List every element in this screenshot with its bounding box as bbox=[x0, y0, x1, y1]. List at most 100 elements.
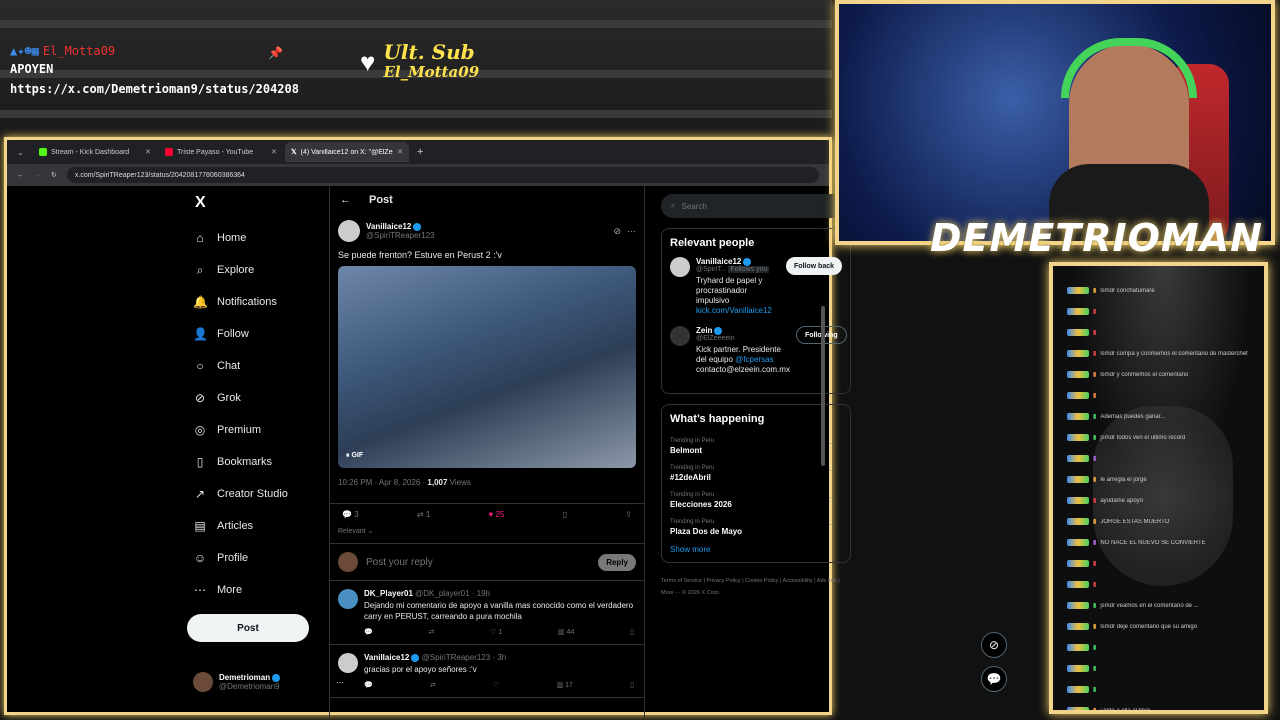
trend-item[interactable]: Trending in Peru Plaza Dos de Mayo ··· bbox=[670, 514, 842, 541]
grok-fab-icon[interactable]: ⊘ bbox=[981, 632, 1007, 658]
share-icon[interactable]: ⇪ bbox=[625, 510, 632, 519]
reply-icon[interactable]: 💬 bbox=[364, 681, 373, 689]
reply-author[interactable]: DK_Player01 bbox=[364, 589, 413, 598]
nav-item-creator-studio[interactable]: ↗ Creator Studio bbox=[187, 478, 317, 510]
trend-item[interactable]: Trending in Peru #12deAbril ··· bbox=[670, 460, 842, 487]
forward-icon[interactable]: → bbox=[34, 172, 41, 179]
trend-item[interactable]: Trending in Peru Belmont ··· bbox=[670, 433, 842, 460]
chat-username[interactable]: ▮ bbox=[1093, 707, 1096, 710]
messages-fab-icon[interactable]: 💬 bbox=[981, 666, 1007, 692]
reply-input[interactable]: Post your reply bbox=[366, 557, 590, 568]
chat-username[interactable]: ▮ bbox=[1093, 455, 1096, 462]
nav-item-profile[interactable]: ☺ Profile bbox=[187, 542, 317, 574]
tab-youtube[interactable]: Triste Payaso - YouTube ✕ bbox=[159, 142, 283, 162]
search-input[interactable]: ⌕ Search bbox=[661, 194, 851, 218]
more-icon[interactable]: ··· bbox=[828, 493, 836, 502]
author-name[interactable]: Vanillaice12 bbox=[366, 222, 411, 231]
tab-search-icon[interactable]: ⌄ bbox=[17, 148, 31, 157]
views-icon[interactable]: ▥ 44 bbox=[558, 628, 574, 636]
scrollbar[interactable] bbox=[821, 306, 825, 466]
like-icon[interactable]: ♡ 1 bbox=[490, 628, 502, 636]
bookmark-icon[interactable]: ▯ bbox=[630, 681, 634, 689]
chat-username[interactable]: ▮ bbox=[1093, 476, 1096, 483]
close-icon[interactable]: ✕ bbox=[397, 148, 403, 156]
chat-username[interactable]: ▮ bbox=[1093, 497, 1096, 504]
reply-item[interactable]: DK_Player01 @DK_player01 · 19h Dejando mi… bbox=[330, 581, 644, 645]
back-icon[interactable]: ← bbox=[17, 172, 24, 179]
nav-item-articles[interactable]: ▤ Articles bbox=[187, 510, 317, 542]
chat-username[interactable]: ▮ bbox=[1093, 434, 1096, 441]
nav-item-premium[interactable]: ◎ Premium bbox=[187, 414, 317, 446]
chat-username[interactable]: ▮ bbox=[1093, 518, 1096, 525]
sort-dropdown[interactable]: Relevant ⌄ bbox=[330, 525, 644, 543]
nav-item-follow[interactable]: 👤 Follow bbox=[187, 318, 317, 350]
chat-username[interactable]: ▮ bbox=[1093, 392, 1096, 399]
chat-username[interactable]: ▮ bbox=[1093, 581, 1096, 588]
like-icon[interactable]: ♡ bbox=[493, 681, 499, 689]
close-icon[interactable]: ✕ bbox=[271, 148, 277, 156]
reply-action[interactable]: 💬 3 bbox=[342, 510, 359, 519]
post-button[interactable]: Post bbox=[187, 614, 309, 642]
avatar[interactable] bbox=[338, 589, 358, 609]
x-logo-icon[interactable]: X bbox=[195, 194, 317, 212]
avatar[interactable] bbox=[670, 326, 690, 346]
person-name[interactable]: Zein bbox=[696, 326, 712, 335]
reply-button[interactable]: Reply bbox=[598, 553, 636, 571]
nav-item-home[interactable]: ⌂ Home bbox=[187, 222, 317, 254]
tab-x[interactable]: 𝕏(4) Vanillaice12 on X: "@ElZeee... ✕ bbox=[285, 142, 409, 162]
chat-username[interactable]: ▮ bbox=[1093, 329, 1096, 336]
reply-item[interactable]: Vanillaice12 @SpiriTReaper123 · 3h gracia… bbox=[330, 645, 644, 698]
bio-link[interactable]: kick.com/Vanillaice12 bbox=[696, 306, 772, 315]
avatar[interactable] bbox=[338, 220, 360, 242]
more-icon[interactable]: ··· bbox=[627, 226, 636, 236]
reply-author[interactable]: Vanillaice12 bbox=[364, 653, 409, 662]
nav-item-more[interactable]: ⋯ More bbox=[187, 574, 317, 606]
bookmark-icon[interactable]: ▯ bbox=[563, 510, 567, 519]
like-action[interactable]: ♥ 25 bbox=[489, 510, 505, 519]
gif-badge[interactable]: ⏸ GIF bbox=[346, 452, 363, 460]
person-item[interactable]: Vanillaice12 @SpiriT... Follows you Tryh… bbox=[670, 257, 842, 316]
reply-icon[interactable]: 💬 bbox=[364, 628, 373, 636]
nav-item-grok[interactable]: ⊘ Grok bbox=[187, 382, 317, 414]
chat-username[interactable]: ▮ bbox=[1093, 371, 1096, 378]
bookmark-icon[interactable]: ▯ bbox=[630, 628, 634, 636]
follow-back-button[interactable]: Follow back bbox=[785, 257, 842, 275]
more-icon[interactable]: ··· bbox=[828, 520, 836, 529]
grok-icon[interactable]: ⊘ bbox=[613, 226, 621, 237]
nav-item-chat[interactable]: ○ Chat bbox=[187, 350, 317, 382]
chat-username[interactable]: ▮ bbox=[1093, 560, 1096, 567]
chat-username[interactable]: ▮ bbox=[1093, 602, 1096, 609]
views-icon[interactable]: ▥ 17 bbox=[557, 681, 573, 689]
repost-icon[interactable]: ⇄ bbox=[430, 681, 436, 689]
more-icon[interactable]: ··· bbox=[828, 466, 836, 475]
pause-icon[interactable]: ⏸ bbox=[346, 452, 350, 459]
chat-username[interactable]: ▮ bbox=[1093, 308, 1096, 315]
address-input[interactable]: x.com/SpiriTReaper123/status/20420817780… bbox=[66, 167, 819, 183]
avatar[interactable] bbox=[338, 653, 358, 673]
person-name[interactable]: Vanillaice12 bbox=[696, 257, 741, 266]
more-icon[interactable]: ··· bbox=[828, 439, 836, 448]
chat-username[interactable]: ▮ bbox=[1093, 623, 1096, 630]
back-arrow-icon[interactable]: ← bbox=[340, 194, 351, 206]
reload-icon[interactable]: ↻ bbox=[51, 171, 57, 179]
trend-item[interactable]: Trending in Peru Elecciones 2026 ··· bbox=[670, 487, 842, 514]
repost-action[interactable]: ⇄ 1 bbox=[417, 510, 430, 519]
bio-link[interactable]: @fcpersas bbox=[735, 355, 773, 364]
account-switcher[interactable]: Demetrioman @Demetrioman9 ··· bbox=[193, 672, 344, 692]
repost-icon[interactable]: ⇄ bbox=[428, 628, 434, 636]
chat-username[interactable]: ▮ bbox=[1093, 413, 1096, 420]
chat-username[interactable]: ▮ bbox=[1093, 665, 1096, 672]
chat-username[interactable]: ▮ bbox=[1093, 350, 1096, 357]
chat-username[interactable]: ▮ bbox=[1093, 539, 1096, 546]
post-media-gif[interactable]: ⏸ GIF bbox=[338, 266, 636, 468]
person-item[interactable]: Zein @ElZeeeein Kick partner. Presidente… bbox=[670, 326, 847, 375]
show-more-link[interactable]: Show more bbox=[670, 545, 842, 554]
nav-item-explore[interactable]: ⌕ Explore bbox=[187, 254, 317, 286]
post-author[interactable]: Vanillaice12 @SpiriTReaper123 ⊘ ··· bbox=[330, 214, 644, 248]
avatar[interactable] bbox=[670, 257, 690, 277]
author-handle[interactable]: @SpiriTReaper123 bbox=[366, 231, 607, 240]
chat-username[interactable]: ▮ bbox=[1093, 686, 1096, 693]
tab-kick[interactable]: Stream - Kick Dashboard ✕ bbox=[33, 142, 157, 162]
nav-item-bookmarks[interactable]: ▯ Bookmarks bbox=[187, 446, 317, 478]
footer-links[interactable]: Terms of Service | Privacy Policy | Cook… bbox=[661, 575, 851, 599]
